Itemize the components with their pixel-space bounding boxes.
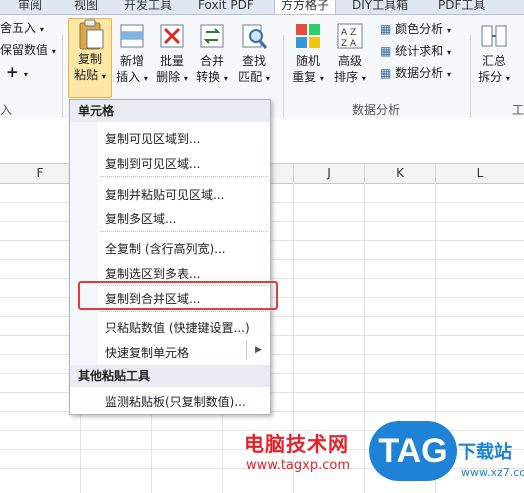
stat-sum-button[interactable]: ▦ 统计求和 ▾	[380, 42, 451, 62]
grid-icon: ▦	[380, 66, 392, 80]
divider	[283, 35, 284, 130]
menu-section-other-paste: 其他粘贴工具	[70, 365, 270, 387]
insert-rows-icon	[117, 21, 147, 51]
summary-split-button[interactable]: 汇总 拆分 ▾	[476, 21, 512, 87]
find-match-button[interactable]: 查找 匹配 ▾	[236, 21, 272, 87]
advanced-sort-button[interactable]: A ZZ A 高级 排序 ▾	[332, 21, 368, 87]
ribbon-tab-bar: 审阅 视图 开发工具 Foxit PDF 方方格子 DIY工具箱 PDF工具	[0, 0, 524, 15]
magnifier-icon	[239, 21, 269, 51]
delete-x-icon	[157, 21, 187, 51]
sort-az-icon: A ZZ A	[335, 21, 365, 51]
keep-value-option[interactable]: 保留数值 ▾	[0, 41, 56, 61]
chevron-down-icon: ▾	[51, 47, 56, 56]
column-header-l[interactable]: L	[436, 164, 524, 184]
summary-icon	[479, 21, 509, 51]
copy-paste-dropdown-menu: 单元格 复制可见区域到... 复制到可见区域... 复制并粘贴可见区域... 复…	[69, 99, 271, 415]
highlight-box	[78, 281, 278, 310]
menu-item-full-copy[interactable]: 全复制 (含行高列宽)...	[105, 240, 226, 257]
round-option[interactable]: 舍五入 ▾	[0, 19, 44, 39]
grid-icon: ▦	[380, 44, 392, 58]
new-insert-button[interactable]: 新增 插入 ▾	[114, 21, 150, 87]
menu-item-copy-visible-to[interactable]: 复制可见区域到...	[105, 130, 200, 147]
tab-review[interactable]: 审阅	[18, 0, 42, 14]
menu-item-paste-values-only[interactable]: 只粘贴数值 (快捷键设置...)	[105, 319, 250, 336]
menu-section-cells: 单元格	[70, 100, 270, 122]
tab-foxit-pdf[interactable]: Foxit PDF	[198, 0, 254, 14]
submenu-arrow-icon: ▶	[255, 345, 262, 355]
gridline	[364, 183, 365, 493]
tab-developer[interactable]: 开发工具	[124, 0, 172, 14]
menu-item-copy-multi-area[interactable]: 复制多区域...	[105, 210, 176, 227]
clipboard-icon	[75, 19, 105, 50]
tab-fangfangezi[interactable]: 方方格子	[274, 0, 337, 14]
menu-item-monitor-clipboard[interactable]: 监测粘贴板(只复制数值)...	[105, 393, 246, 410]
menu-item-copy-to-sheets[interactable]: 复制选区到多表...	[105, 265, 200, 282]
data-analysis-button[interactable]: ▦ 数据分析 ▾	[380, 64, 451, 84]
plus-button[interactable]: + ▾	[6, 63, 28, 84]
random-repeat-button[interactable]: 随机 重复 ▾	[290, 21, 326, 87]
grid-icon: ▦	[380, 22, 392, 36]
tab-view[interactable]: 视图	[74, 0, 98, 14]
color-tiles-icon	[293, 21, 323, 51]
merge-convert-button[interactable]: 合并 转换 ▾	[194, 21, 230, 87]
merge-arrows-icon	[197, 21, 227, 51]
bulk-delete-button[interactable]: 批量 删除 ▾	[154, 21, 190, 87]
menu-item-copy-paste-visible[interactable]: 复制并粘贴可见区域...	[105, 186, 224, 203]
column-header-j[interactable]: J	[294, 164, 365, 184]
menu-gutter	[70, 122, 98, 372]
watermark-text: 电脑技术网	[244, 432, 349, 456]
chevron-down-icon: ▾	[39, 25, 44, 34]
watermark-side: 下载站	[458, 442, 512, 463]
group-label-tools: 工	[512, 103, 524, 117]
menu-item-quick-copy-cell[interactable]: 快速复制单元格	[105, 344, 189, 361]
watermark-badge: TAG	[369, 421, 457, 481]
watermark-side-url: www.xz7.com	[461, 466, 524, 479]
copy-paste-button[interactable]: 复制 粘贴 ▾	[68, 18, 112, 98]
svg-text:Z A: Z A	[341, 39, 357, 49]
tab-diy-toolbox[interactable]: DIY工具箱	[352, 0, 408, 14]
menu-divider	[100, 176, 268, 178]
column-header-k[interactable]: K	[365, 164, 436, 184]
group-label-data-analysis: 数据分析	[352, 103, 401, 117]
color-analysis-button[interactable]: ▦ 颜色分析 ▾	[380, 20, 451, 40]
menu-divider	[100, 311, 268, 313]
svg-text:A Z: A Z	[341, 28, 356, 38]
group-label-round: 入	[0, 103, 13, 117]
tab-pdf-tools[interactable]: PDF工具	[438, 0, 485, 14]
divider	[470, 35, 471, 130]
menu-divider	[100, 231, 268, 233]
watermark-url: www.tagxp.com	[246, 458, 350, 473]
menu-item-copy-to-visible[interactable]: 复制到可见区域...	[105, 155, 200, 172]
copy-label: 复制	[77, 52, 102, 66]
divider	[62, 35, 63, 130]
submenu-separator	[246, 340, 247, 360]
paste-label: 粘贴	[74, 68, 99, 82]
